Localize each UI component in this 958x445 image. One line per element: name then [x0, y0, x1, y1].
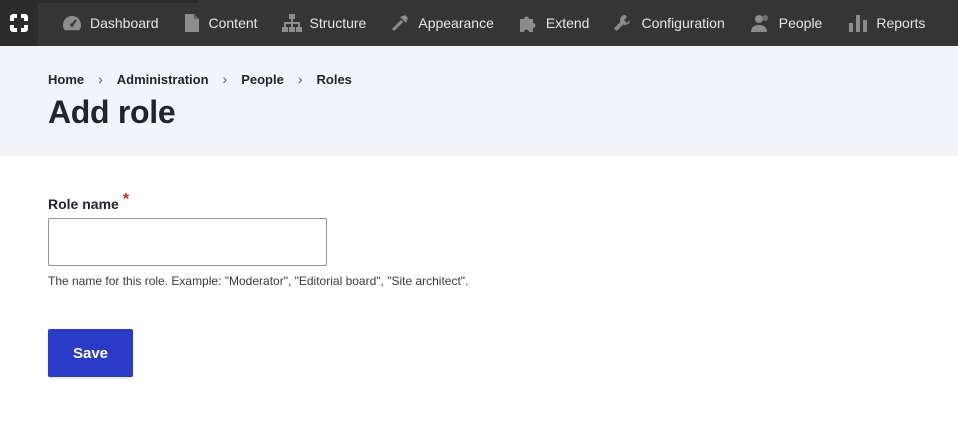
breadcrumb-separator: ›	[297, 71, 303, 87]
bar-chart-icon	[848, 13, 868, 33]
toolbar-item-label: Structure	[309, 15, 367, 31]
toolbar-item-label: Appearance	[418, 15, 494, 31]
page-header: Home › Administration › People › Roles A…	[0, 46, 958, 156]
toolbar-item-label: Configuration	[641, 15, 725, 31]
toolbar-item-appearance[interactable]: Appearance	[390, 0, 494, 46]
admin-toolbar: Dashboard Content Structure Appearance E…	[0, 0, 958, 46]
toolbar-item-structure[interactable]: Structure	[281, 0, 367, 46]
dashboard-gauge-icon	[62, 13, 82, 33]
role-form: Role name * The name for this role. Exam…	[0, 156, 958, 445]
people-icon	[750, 13, 771, 33]
toolbar-item-label: People	[778, 15, 823, 31]
toolbar-accent	[0, 0, 198, 3]
toolbar-item-people[interactable]: People	[750, 0, 823, 46]
document-icon	[184, 13, 199, 33]
toolbar-item-label: Reports	[876, 15, 926, 31]
toolbar-item-label: Extend	[545, 15, 590, 31]
role-name-label-text: Role name	[48, 196, 119, 212]
sitemap-icon	[281, 13, 302, 33]
save-button[interactable]: Save	[48, 329, 133, 377]
breadcrumb: Home › Administration › People › Roles	[48, 71, 352, 87]
toolbar-item-configuration[interactable]: Configuration	[613, 0, 725, 46]
wrench-icon	[613, 13, 633, 33]
toolbar-item-reports[interactable]: Reports	[848, 0, 925, 46]
drupal-home-icon	[9, 13, 29, 33]
toolbar-item-extend[interactable]: Extend	[518, 0, 590, 46]
toolbar-item-dashboard[interactable]: Dashboard	[62, 0, 159, 46]
toolbar-item-label: Dashboard	[90, 15, 159, 31]
role-name-input[interactable]	[48, 218, 327, 266]
puzzle-icon	[518, 13, 538, 33]
page-title: Add role	[48, 94, 176, 130]
home-button[interactable]	[0, 0, 38, 46]
toolbar-item-content[interactable]: Content	[184, 0, 258, 46]
breadcrumb-people[interactable]: People	[241, 72, 284, 87]
role-name-label: Role name *	[48, 191, 130, 213]
breadcrumb-separator: ›	[98, 71, 103, 87]
paintbrush-icon	[390, 13, 410, 33]
breadcrumb-administration[interactable]: Administration	[117, 72, 209, 87]
role-name-description: The name for this role. Example: "Modera…	[48, 274, 469, 288]
toolbar-item-label: Content	[208, 15, 258, 31]
breadcrumb-roles[interactable]: Roles	[317, 72, 352, 87]
breadcrumb-separator: ›	[222, 71, 228, 87]
required-marker: *	[122, 191, 130, 208]
breadcrumb-home[interactable]: Home	[48, 72, 84, 87]
